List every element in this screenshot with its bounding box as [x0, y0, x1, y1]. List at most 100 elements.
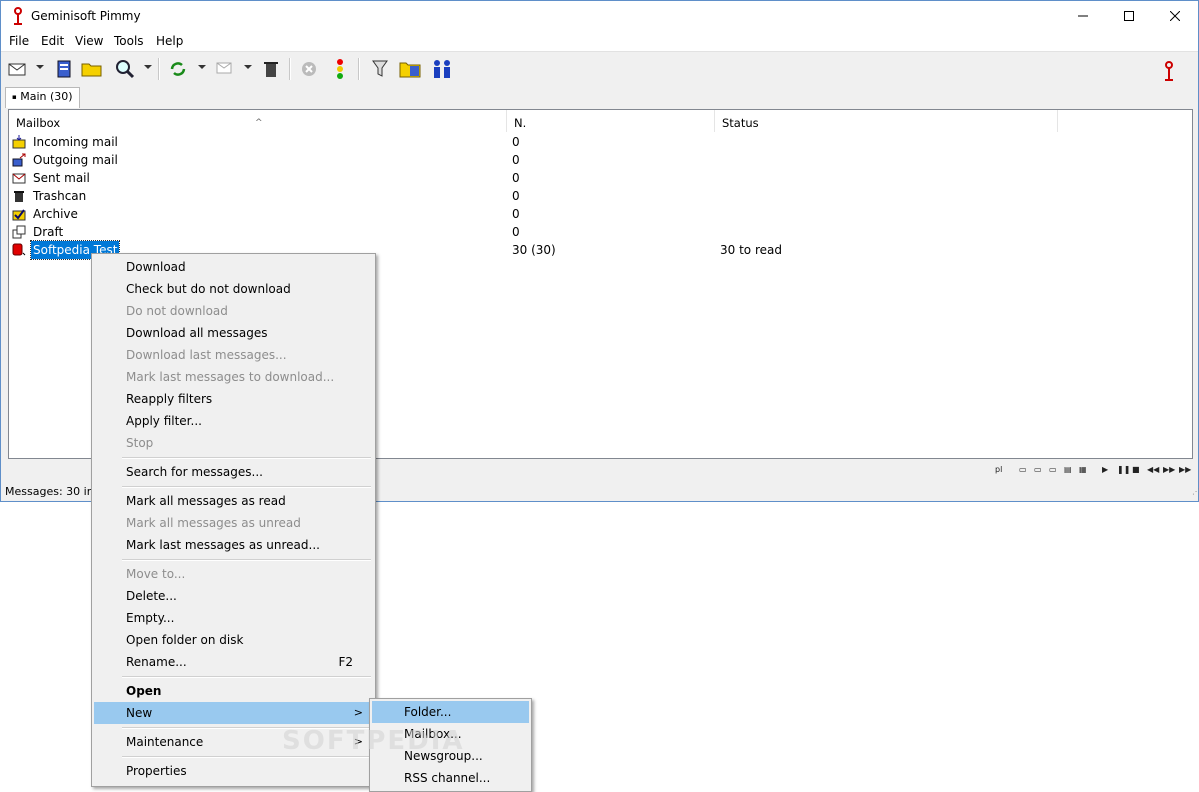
- submenu-item-folder[interactable]: Folder...: [372, 701, 529, 723]
- menu-item-new[interactable]: New >: [94, 702, 373, 724]
- menu-item-mark-all-unread[interactable]: Mark all messages as unread: [94, 512, 373, 534]
- menu-view[interactable]: View: [75, 34, 103, 48]
- search-button[interactable]: [114, 59, 136, 79]
- submenu-arrow-icon: >: [353, 706, 363, 719]
- draft-icon: [12, 225, 26, 239]
- menu-separator: [122, 559, 371, 561]
- filter-button[interactable]: [369, 59, 391, 79]
- menu-tools[interactable]: Tools: [114, 34, 144, 48]
- menu-item-download-last-messages[interactable]: Download last messages...: [94, 344, 373, 366]
- menu-item-download[interactable]: Download: [94, 256, 373, 278]
- menu-item-mark-last-to-download[interactable]: Mark last messages to download...: [94, 366, 373, 388]
- stop-nav-icon[interactable]: ■: [1132, 465, 1140, 474]
- users-icon: [434, 60, 450, 78]
- menu-item-label: Check but do not download: [126, 282, 291, 296]
- menu-item-label: Mark last messages as unread...: [126, 538, 320, 552]
- mailbox-row[interactable]: Sent mail 0: [9, 169, 1192, 187]
- accounts-button[interactable]: [431, 59, 453, 79]
- menu-item-mark-all-read[interactable]: Mark all messages as read: [94, 490, 373, 512]
- mailbox-count: 0: [512, 225, 520, 239]
- nav-list-icon[interactable]: ▤: [1064, 465, 1072, 474]
- menu-help[interactable]: Help: [156, 34, 183, 48]
- menu-item-label: Do not download: [126, 304, 228, 318]
- maximize-button[interactable]: [1106, 1, 1152, 31]
- send-dropdown[interactable]: [244, 65, 252, 69]
- outgoing-mail-icon: [12, 153, 26, 167]
- mailbox-name: Sent mail: [33, 171, 90, 185]
- menu-item-rename[interactable]: Rename... F2: [94, 651, 373, 673]
- new-message-dropdown[interactable]: [36, 65, 44, 69]
- menu-item-open[interactable]: Open: [94, 680, 373, 702]
- mailbox-row[interactable]: Draft 0: [9, 223, 1192, 241]
- column-header-status[interactable]: Status: [715, 110, 1058, 132]
- mailbox-context-menu: Download Check but do not download Do no…: [91, 253, 376, 787]
- traffic-light-button[interactable]: [329, 59, 351, 79]
- filter-icon: [372, 60, 388, 77]
- menu-item-label: Mark all messages as unread: [126, 516, 301, 530]
- send-receive-button[interactable]: [167, 59, 189, 79]
- rewind-icon[interactable]: ◀◀: [1147, 465, 1159, 474]
- menu-item-download-all-messages[interactable]: Download all messages: [94, 322, 373, 344]
- mailbox-row[interactable]: Outgoing mail 0: [9, 151, 1192, 169]
- column-header-mailbox[interactable]: Mailbox ^: [9, 110, 507, 132]
- menu-item-label: Download: [126, 260, 186, 274]
- minimize-button[interactable]: [1060, 1, 1106, 31]
- menu-item-label: Mark all messages as read: [126, 494, 286, 508]
- folder-open-icon: [81, 63, 102, 77]
- fast-forward-icon[interactable]: ▶▶: [1163, 465, 1175, 474]
- new-message-button[interactable]: [6, 59, 28, 79]
- close-button[interactable]: [1152, 1, 1198, 31]
- close-icon: [1170, 11, 1180, 21]
- resize-grip-icon[interactable]: ⋰: [1192, 483, 1199, 501]
- mailbox-name: Incoming mail: [33, 135, 118, 149]
- menu-separator: [122, 457, 371, 459]
- menu-item-move-to[interactable]: Move to...: [94, 563, 373, 585]
- nav-new-doc-icon[interactable]: ▭: [1019, 465, 1027, 474]
- nav-folder-icon[interactable]: ▭: [1034, 465, 1042, 474]
- app-logo-icon: [14, 7, 22, 25]
- send-button[interactable]: [214, 59, 236, 79]
- column-header-mailbox-label: Mailbox: [16, 116, 61, 130]
- pause-icon[interactable]: ❚❚: [1117, 465, 1130, 474]
- forward-icon[interactable]: ▶▶: [1179, 465, 1191, 474]
- play-icon[interactable]: ▶: [1102, 465, 1108, 474]
- column-header-count[interactable]: N.: [507, 110, 715, 132]
- menu-item-stop[interactable]: Stop: [94, 432, 373, 454]
- nav-grid-icon[interactable]: ▦: [1079, 465, 1087, 474]
- nav-pl-button[interactable]: pl: [995, 465, 1002, 474]
- folders-button[interactable]: [399, 59, 421, 79]
- stop-button[interactable]: [298, 59, 320, 79]
- menu-item-empty[interactable]: Empty...: [94, 607, 373, 629]
- mailbox-count: 0: [512, 171, 520, 185]
- tab-main-label: Main (30): [20, 90, 73, 103]
- menu-file[interactable]: File: [9, 34, 29, 48]
- menu-item-check-but-do-not-download[interactable]: Check but do not download: [94, 278, 373, 300]
- menu-item-properties[interactable]: Properties: [94, 760, 373, 782]
- menu-item-label: Delete...: [126, 589, 177, 603]
- search-dropdown[interactable]: [144, 65, 152, 69]
- menu-item-reapply-filters[interactable]: Reapply filters: [94, 388, 373, 410]
- nav-doc-icon[interactable]: ▭: [1049, 465, 1057, 474]
- status-text: Messages: 30 in c: [5, 485, 104, 498]
- menu-item-apply-filter[interactable]: Apply filter...: [94, 410, 373, 432]
- menu-item-delete[interactable]: Delete...: [94, 585, 373, 607]
- address-book-button[interactable]: [53, 59, 75, 79]
- menu-separator: [122, 676, 371, 678]
- submenu-item-rss-channel[interactable]: RSS channel...: [372, 767, 529, 789]
- delete-button[interactable]: [260, 59, 282, 79]
- mailbox-count: 0: [512, 135, 520, 149]
- send-mail-icon: [216, 62, 232, 74]
- mailbox-row[interactable]: Trashcan 0: [9, 187, 1192, 205]
- mailbox-row[interactable]: Archive 0: [9, 205, 1192, 223]
- menu-edit[interactable]: Edit: [41, 34, 64, 48]
- menu-item-open-folder-on-disk[interactable]: Open folder on disk: [94, 629, 373, 651]
- mailbox-row[interactable]: Incoming mail 0: [9, 133, 1192, 151]
- menu-item-label: Open: [126, 684, 162, 698]
- menu-item-do-not-download[interactable]: Do not download: [94, 300, 373, 322]
- menu-item-search-for-messages[interactable]: Search for messages...: [94, 461, 373, 483]
- open-folder-button[interactable]: [81, 59, 103, 79]
- tab-main[interactable]: ▪ Main (30): [5, 87, 80, 108]
- send-receive-dropdown[interactable]: [198, 65, 206, 69]
- menu-item-label: Rename...: [126, 655, 187, 669]
- menu-item-mark-last-unread[interactable]: Mark last messages as unread...: [94, 534, 373, 556]
